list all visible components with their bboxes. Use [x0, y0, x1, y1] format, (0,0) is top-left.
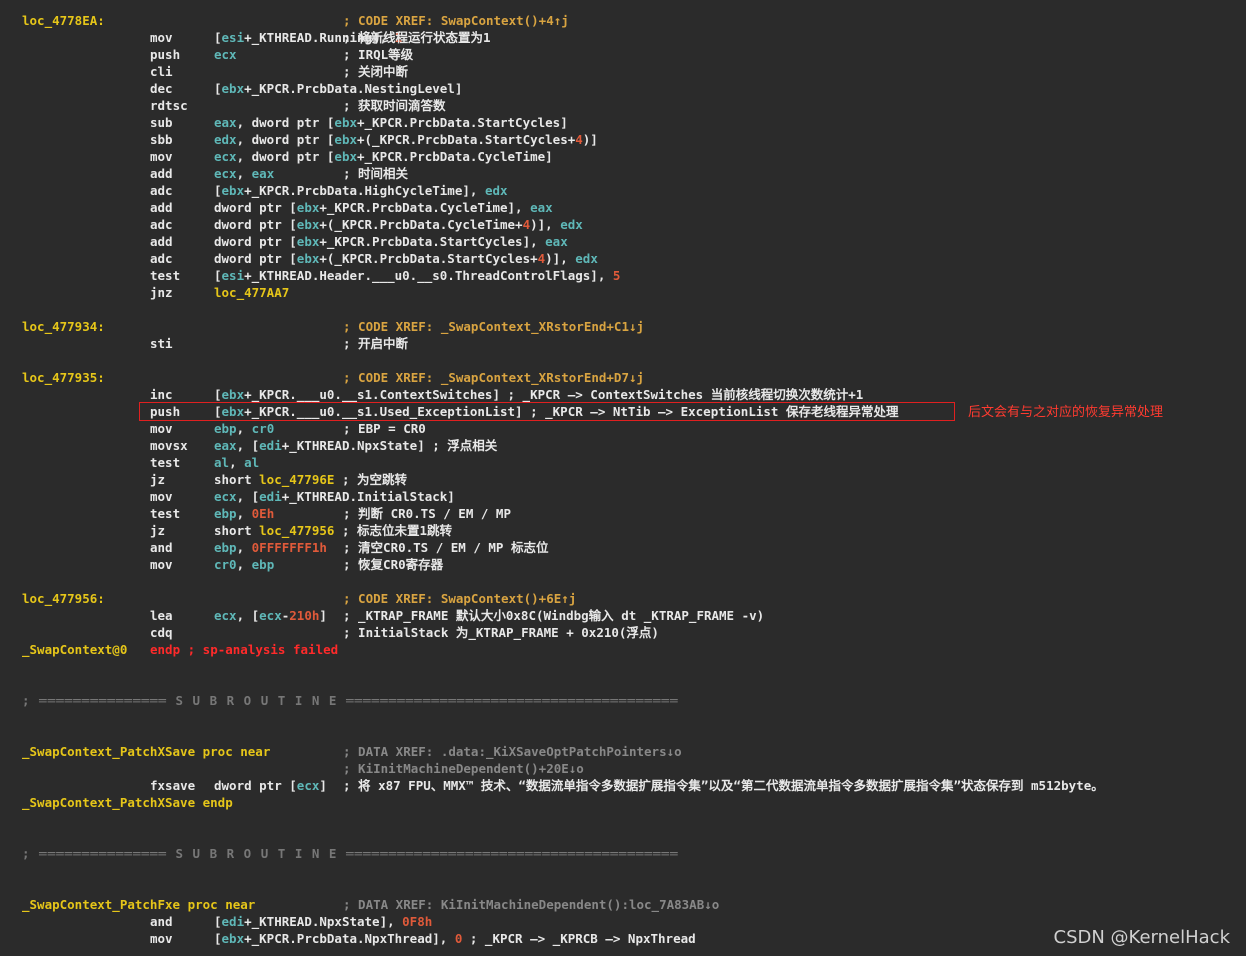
code-comment: ; DATA XREF: .data:_KiXSaveOptPatchPoint…: [343, 744, 682, 759]
instruction-mnemonic: adc: [150, 217, 173, 232]
instruction-operands: ebp, 0Eh: [214, 506, 275, 521]
instruction-mnemonic: inc: [150, 387, 173, 402]
instruction-mnemonic: cdq: [150, 625, 173, 640]
code-comment: ; 清空CR0.TS / EM / MP 标志位: [343, 540, 549, 555]
code-comment: ; EBP = CR0: [343, 421, 426, 436]
instruction-mnemonic: sti: [150, 336, 173, 351]
instruction-operands: ecx: [214, 47, 237, 62]
instruction-operands: [ebx+_KPCR.PrcbData.NestingLevel]: [214, 81, 463, 96]
instruction-operands: eax, dword ptr [ebx+_KPCR.PrcbData.Start…: [214, 115, 568, 130]
instruction-operands: eax, [edi+_KTHREAD.NpxState] ; 浮点相关: [214, 438, 498, 453]
code-comment: ; 将 x87 FPU、MMX™ 技术、“数据流单指令多数据扩展指令集”以及“第…: [343, 778, 1104, 793]
code-comment: ; _KTRAP_FRAME 默认大小0x8C(Windbg输入 dt _KTR…: [343, 608, 765, 623]
instruction-operands: ecx, [edi+_KTHREAD.InitialStack]: [214, 489, 455, 504]
watermark: CSDN @KernelHack: [1053, 927, 1230, 948]
instruction-mnemonic: mov: [150, 489, 173, 504]
code-comment: ; 时间相关: [343, 166, 409, 181]
instruction-mnemonic: mov: [150, 30, 173, 45]
instruction-mnemonic: add: [150, 200, 173, 215]
instruction-mnemonic: test: [150, 506, 181, 521]
code-comment: ; 关闭中断: [343, 64, 409, 79]
instruction-mnemonic: mov: [150, 149, 173, 164]
ida-disassembly-view: { "lines": [ {"label":"loc_4778EA:","mn"…: [0, 0, 1246, 956]
instruction-operands: ecx, eax: [214, 166, 275, 181]
instruction-mnemonic: endp ; sp-analysis failed: [150, 642, 339, 657]
code-label[interactable]: _SwapContext_PatchXSave endp: [22, 794, 233, 811]
instruction-operands: [esi+_KTHREAD.Header.___u0.__s0.ThreadCo…: [214, 268, 621, 283]
instruction-operands: short loc_477956 ; 标志位未置1跳转: [214, 523, 453, 538]
instruction-operands: al, al: [214, 455, 260, 470]
code-label[interactable]: _SwapContext_PatchXSave proc near: [22, 743, 270, 760]
code-comment: ; CODE XREF: SwapContext()+4↑j: [343, 13, 569, 28]
instruction-operands: ebp, 0FFFFFFF1h: [214, 540, 327, 555]
subroutine-separator: ; ═══════════════ S U B R O U T I N E ══…: [22, 693, 679, 708]
instruction-mnemonic: adc: [150, 183, 173, 198]
highlight-annotation: 后文会有与之对应的恢复异常处理: [968, 405, 1164, 420]
instruction-operands: dword ptr [ebx+_KPCR.PrcbData.CycleTime]…: [214, 200, 553, 215]
instruction-operands: [ebx+_KPCR.___u0.__s1.ContextSwitches] ;…: [214, 387, 864, 402]
code-comment: ; 开启中断: [343, 336, 409, 351]
instruction-operands: cr0, ebp: [214, 557, 275, 572]
instruction-operands: [ebx+_KPCR.PrcbData.HighCycleTime], edx: [214, 183, 508, 198]
code-comment: ; IRQL等级: [343, 47, 414, 62]
instruction-mnemonic: jz: [150, 523, 166, 538]
code-label[interactable]: loc_4778EA:: [22, 12, 105, 29]
code-label[interactable]: _SwapContext@0: [22, 641, 127, 658]
instruction-mnemonic: jnz: [150, 285, 173, 300]
code-comment: ; 判断 CR0.TS / EM / MP: [343, 506, 511, 521]
instruction-operands: edx, dword ptr [ebx+(_KPCR.PrcbData.Star…: [214, 132, 598, 147]
instruction-mnemonic: dec: [150, 81, 173, 96]
code-comment: ; CODE XREF: SwapContext()+6E↑j: [343, 591, 577, 606]
instruction-operands: [edi+_KTHREAD.NpxState], 0F8h: [214, 914, 433, 929]
subroutine-separator: ; ═══════════════ S U B R O U T I N E ══…: [22, 846, 679, 861]
instruction-operands: ecx, dword ptr [ebx+_KPCR.PrcbData.Cycle…: [214, 149, 553, 164]
instruction-mnemonic: lea: [150, 608, 173, 623]
instruction-mnemonic: test: [150, 268, 181, 283]
code-comment: ; DATA XREF: KiInitMachineDependent():lo…: [343, 897, 720, 912]
instruction-mnemonic: sub: [150, 115, 173, 130]
instruction-mnemonic: cli: [150, 64, 173, 79]
code-comment: ; InitialStack 为_KTRAP_FRAME + 0x210(浮点): [343, 625, 659, 640]
instruction-mnemonic: push: [150, 47, 181, 62]
code-label[interactable]: loc_477956:: [22, 590, 105, 607]
instruction-mnemonic: movsx: [150, 438, 188, 453]
instruction-mnemonic: rdtsc: [150, 98, 188, 113]
instruction-mnemonic: and: [150, 914, 173, 929]
instruction-operands: ecx, [ecx-210h]: [214, 608, 327, 623]
instruction-mnemonic: mov: [150, 421, 173, 436]
instruction-operands: dword ptr [ecx]: [214, 778, 327, 793]
instruction-operands: ebp, cr0: [214, 421, 275, 436]
instruction-mnemonic: sbb: [150, 132, 173, 147]
code-comment: ; CODE XREF: _SwapContext_XRstorEnd+D7↓j: [343, 370, 645, 385]
instruction-mnemonic: mov: [150, 557, 173, 572]
instruction-mnemonic: adc: [150, 251, 173, 266]
instruction-operands: short loc_47796E ; 为空跳转: [214, 472, 407, 487]
instruction-mnemonic: add: [150, 166, 173, 181]
instruction-mnemonic: test: [150, 455, 181, 470]
instruction-operands: dword ptr [ebx+(_KPCR.PrcbData.StartCycl…: [214, 251, 598, 266]
instruction-operands: dword ptr [ebx+(_KPCR.PrcbData.CycleTime…: [214, 217, 583, 232]
instruction-operands: [ebx+_KPCR.PrcbData.NpxThread], 0 ; _KPC…: [214, 931, 696, 946]
code-comment: ; CODE XREF: _SwapContext_XRstorEnd+C1↓j: [343, 319, 645, 334]
instruction-mnemonic: jz: [150, 472, 166, 487]
code-comment: ; 恢复CR0寄存器: [343, 557, 444, 572]
code-label[interactable]: loc_477935:: [22, 369, 105, 386]
instruction-mnemonic: add: [150, 234, 173, 249]
instruction-mnemonic: fxsave: [150, 778, 196, 793]
code-comment: ; KiInitMachineDependent()+20E↓o: [343, 761, 584, 776]
code-comment: ; 将新线程运行状态置为1: [343, 30, 491, 45]
instruction-mnemonic: mov: [150, 931, 173, 946]
code-label[interactable]: _SwapContext_PatchFxe proc near: [22, 896, 255, 913]
instruction-operands: loc_477AA7: [214, 285, 290, 300]
instruction-operands: dword ptr [ebx+_KPCR.PrcbData.StartCycle…: [214, 234, 568, 249]
instruction-mnemonic: and: [150, 540, 173, 555]
code-comment: ; 获取时间滴答数: [343, 98, 446, 113]
highlight-box: [139, 402, 955, 421]
code-label[interactable]: loc_477934:: [22, 318, 105, 335]
